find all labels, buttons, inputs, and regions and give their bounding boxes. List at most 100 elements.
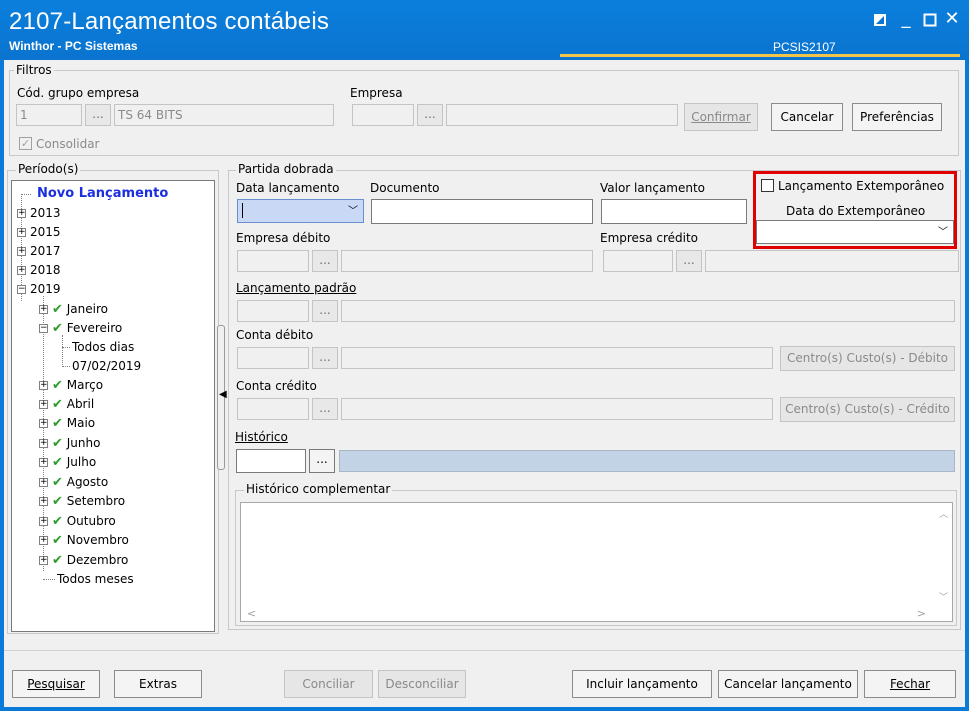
data-extemporaneo-select[interactable]: ﹀ (756, 220, 954, 244)
valor-input[interactable] (601, 199, 747, 224)
collapse-icon[interactable]: − (39, 324, 48, 333)
historico-input[interactable] (236, 449, 306, 473)
check-icon: ✔ (52, 514, 63, 529)
expand-icon[interactable]: + (17, 247, 26, 256)
lancamento-padrao-label: Lançamento padrão (236, 281, 357, 295)
cancelar-lancamento-button[interactable]: Cancelar lançamento (718, 670, 858, 698)
window-title: 2107-Lançamentos contábeis (9, 8, 330, 35)
data-lancamento-select[interactable]: ﹀ (237, 199, 364, 223)
consolidar-checkbox[interactable]: ✓ (19, 137, 32, 150)
expand-icon[interactable]: + (39, 419, 48, 428)
centro-custo-credito-button[interactable]: Centro(s) Custo(s) - Crédito (780, 397, 955, 422)
expand-icon[interactable]: + (17, 228, 26, 237)
scroll-down-icon[interactable]: ﹀ (939, 590, 948, 603)
scroll-up-icon[interactable]: ︿ (939, 507, 948, 520)
tree-item-year-2019[interactable]: 2019 (30, 280, 61, 298)
close-icon[interactable]: ✕ (940, 8, 964, 32)
check-icon: ✔ (52, 302, 63, 317)
lancamento-padrao-search-button[interactable]: ... (312, 300, 338, 322)
centro-custo-debito-button[interactable]: Centro(s) Custo(s) - Débito (780, 346, 955, 371)
tree-item-todos-meses[interactable]: Todos meses (57, 570, 134, 588)
check-icon: ✔ (52, 321, 63, 336)
lancamento-padrao-input[interactable] (237, 300, 309, 322)
tree-item-year[interactable]: 2017 (30, 242, 61, 260)
maximize-icon[interactable] (918, 8, 942, 32)
empresa-name-field (446, 104, 678, 126)
tree-item-month[interactable]: ✔ Outubro (52, 512, 116, 530)
confirmar-button[interactable]: Confirmar (684, 103, 758, 131)
fechar-button[interactable]: Fechar (864, 670, 956, 698)
cod-grupo-search-button[interactable]: ... (85, 104, 111, 126)
tree-item-month[interactable]: ✔ Dezembro (52, 551, 128, 569)
tree-item-novo-lancamento[interactable]: Novo Lançamento (37, 185, 168, 203)
cancelar-button[interactable]: Cancelar (771, 103, 843, 131)
tree-item-year[interactable]: 2013 (30, 204, 61, 222)
expand-icon[interactable]: + (39, 400, 48, 409)
tree-item-month[interactable]: ✔ Novembro (52, 531, 129, 549)
scroll-right-icon[interactable]: > (917, 607, 926, 620)
preferencias-button[interactable]: Preferências (852, 103, 942, 131)
expand-icon[interactable]: + (39, 381, 48, 390)
empresa-input[interactable] (352, 104, 414, 126)
data-extemporaneo-label: Data do Extemporâneo (786, 204, 926, 218)
tree-item-date[interactable]: 07/02/2019 (72, 357, 141, 375)
empresa-search-button[interactable]: ... (417, 104, 443, 126)
check-icon: ✔ (52, 416, 63, 431)
check-icon: ✔ (52, 533, 63, 548)
tree-item-todos-dias[interactable]: Todos dias (72, 338, 134, 356)
tree-item-month[interactable]: ✔ Março (52, 376, 103, 394)
conciliar-button[interactable]: Conciliar (284, 670, 373, 698)
expand-icon[interactable]: + (17, 266, 26, 275)
tree-item-month[interactable]: ✔ Maio (52, 414, 95, 432)
historico-comp-textarea[interactable]: ︿ ﹀ < > (240, 502, 953, 622)
tree-item-month[interactable]: ✔ Julho (52, 453, 96, 471)
empresa-credito-search-button[interactable]: ... (676, 250, 702, 272)
check-icon: ✔ (52, 475, 63, 490)
expand-icon[interactable]: + (39, 305, 48, 314)
expand-icon[interactable]: + (39, 497, 48, 506)
historico-search-button[interactable]: ... (309, 449, 335, 473)
restore-icon[interactable] (868, 8, 892, 32)
collapse-icon[interactable]: − (17, 285, 26, 294)
pesquisar-button[interactable]: Pesquisar (12, 670, 100, 698)
empresa-credito-input[interactable] (603, 250, 673, 272)
expand-icon[interactable]: + (39, 439, 48, 448)
documento-input[interactable] (371, 199, 593, 224)
tree-item-month[interactable]: ✔ Abril (52, 395, 94, 413)
expand-icon[interactable]: + (39, 536, 48, 545)
tree-item-year[interactable]: 2015 (30, 223, 61, 241)
extras-button[interactable]: Extras (114, 670, 202, 698)
tree-connector (43, 579, 55, 580)
scroll-left-icon[interactable]: < (247, 607, 256, 620)
conta-credito-search-button[interactable]: ... (312, 398, 338, 420)
conta-credito-label: Conta crédito (236, 379, 317, 393)
empresa-debito-search-button[interactable]: ... (312, 250, 338, 272)
chevron-left-icon[interactable]: ◀ (219, 389, 227, 400)
tree-item-month[interactable]: ✔ Agosto (52, 473, 108, 491)
extemporaneo-label: Lançamento Extemporâneo (778, 179, 945, 193)
tree-item-month[interactable]: ✔ Janeiro (52, 300, 108, 318)
tree-item-year[interactable]: 2018 (30, 261, 61, 279)
tree-connector (43, 296, 44, 571)
expand-icon[interactable]: + (17, 209, 26, 218)
cod-grupo-input[interactable]: 1 (16, 104, 82, 126)
valor-label: Valor lançamento (600, 181, 706, 195)
conta-debito-search-button[interactable]: ... (312, 347, 338, 369)
conta-credito-input[interactable] (237, 398, 309, 420)
expand-icon[interactable]: + (39, 478, 48, 487)
tree-item-month[interactable]: ✔ Junho (52, 434, 100, 452)
title-bar[interactable]: 2107-Lançamentos contábeis Winthor - PC … (0, 0, 969, 60)
tree-item-month[interactable]: ✔ Setembro (52, 492, 125, 510)
check-icon: ✔ (52, 455, 63, 470)
expand-icon[interactable]: + (39, 458, 48, 467)
periodo-tree[interactable]: Novo Lançamento + 2013 + 2015 + 2017 + 2… (11, 180, 215, 632)
empresa-debito-label: Empresa débito (236, 231, 331, 245)
expand-icon[interactable]: + (39, 556, 48, 565)
desconciliar-button[interactable]: Desconciliar (378, 670, 466, 698)
incluir-lancamento-button[interactable]: Incluir lançamento (572, 670, 712, 698)
extemporaneo-checkbox[interactable] (761, 179, 774, 192)
conta-debito-input[interactable] (237, 347, 309, 369)
minimize-icon[interactable]: _ (894, 8, 918, 32)
expand-icon[interactable]: + (39, 517, 48, 526)
empresa-debito-input[interactable] (237, 250, 309, 272)
